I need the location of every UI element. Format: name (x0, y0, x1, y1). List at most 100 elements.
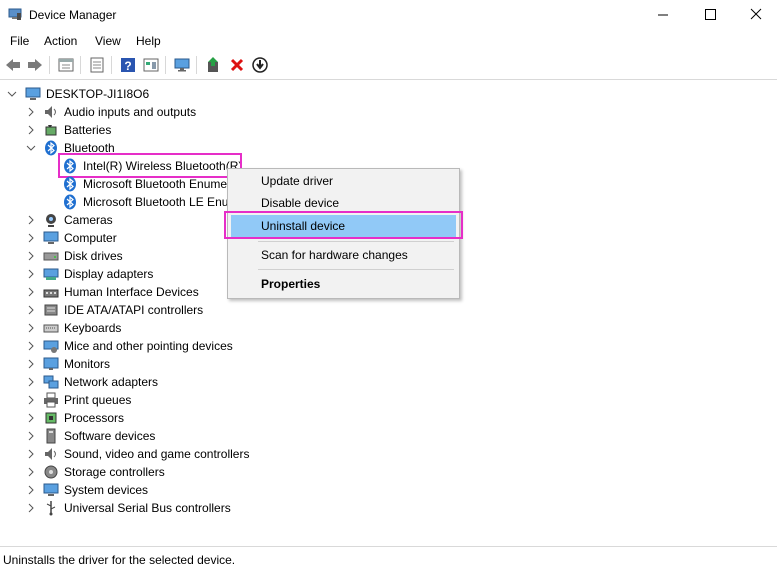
menu-item-label: Properties (261, 277, 321, 291)
tree-item-label: Keyboards (64, 321, 122, 335)
forward-icon[interactable] (26, 56, 44, 74)
tree-root[interactable]: DESKTOP-JI1I8O6 (0, 85, 300, 103)
menu-item-label: Disable device (261, 196, 340, 210)
chevron-right-icon[interactable] (26, 269, 36, 279)
chevron-right-icon[interactable] (26, 449, 36, 459)
computer-icon (25, 87, 41, 100)
camera-icon (46, 214, 56, 227)
tree-item-label: Display adapters (64, 267, 154, 281)
show-hide-icon[interactable] (57, 56, 75, 74)
tree-item-label: Mice and other pointing devices (64, 339, 233, 353)
chevron-right-icon[interactable] (26, 377, 36, 387)
monitor-icon[interactable] (173, 56, 191, 74)
battery-icon (45, 125, 57, 136)
storage-icon (44, 465, 58, 479)
chevron-right-icon[interactable] (26, 467, 36, 477)
tree-item-batteries[interactable]: Batteries (0, 121, 300, 139)
sound-icon (45, 448, 56, 460)
chevron-right-icon[interactable] (26, 305, 36, 315)
menu-separator (258, 241, 454, 242)
chevron-right-icon[interactable] (26, 413, 36, 423)
update-driver-icon[interactable] (204, 56, 222, 74)
tree-item-label: Cameras (64, 213, 113, 227)
tree-item-network-adapters[interactable]: Network adapters (0, 373, 300, 391)
minimize-button[interactable] (640, 0, 686, 30)
tree-item-system-devices[interactable]: System devices (0, 481, 300, 499)
window-title: Device Manager (29, 8, 117, 22)
close-icon (750, 8, 762, 20)
tree-item-label: Microsoft Bluetooth Enume (83, 177, 228, 191)
chevron-right-icon[interactable] (26, 431, 36, 441)
maximize-icon (705, 9, 716, 20)
tree-item-label: Monitors (64, 357, 111, 371)
uninstall-icon[interactable] (228, 56, 246, 74)
properties-icon[interactable] (88, 56, 106, 74)
tree-item-keyboards[interactable]: Keyboards (0, 319, 300, 337)
menu-action[interactable]: Action (44, 34, 77, 48)
ide-icon (44, 304, 58, 316)
menu-separator (258, 269, 454, 270)
chevron-right-icon[interactable] (26, 485, 36, 495)
tree-item-label: Network adapters (64, 375, 159, 389)
system-icon (43, 483, 59, 496)
chevron-right-icon[interactable] (26, 341, 36, 351)
chevron-right-icon[interactable] (26, 125, 36, 135)
bluetooth-icon (45, 140, 57, 156)
network-icon (43, 375, 59, 389)
display-adapter-icon (43, 268, 59, 280)
menu-view[interactable]: View (95, 34, 121, 48)
tree-item-label: Audio inputs and outputs (64, 105, 197, 119)
tree-item-software-devices[interactable]: Software devices (0, 427, 300, 445)
chevron-down-icon[interactable] (26, 143, 36, 153)
tree-item-audio[interactable]: Audio inputs and outputs (0, 103, 300, 121)
tree-item-mice[interactable]: Mice and other pointing devices (0, 337, 300, 355)
menu-item-properties[interactable]: Properties (228, 273, 459, 295)
tree-item-label: Disk drives (64, 249, 123, 263)
menu-item-label: Update driver (261, 174, 334, 188)
help-icon[interactable]: ? (119, 56, 137, 74)
chevron-right-icon[interactable] (26, 287, 36, 297)
chevron-down-icon[interactable] (7, 89, 17, 99)
uninstall-highlight (224, 211, 463, 239)
close-button[interactable] (731, 0, 777, 30)
minimize-icon (658, 14, 668, 16)
software-icon (46, 428, 56, 444)
menu-item-update-driver[interactable]: Update driver (228, 170, 459, 192)
hid-icon (43, 289, 59, 298)
back-icon[interactable] (4, 56, 22, 74)
tree-item-label: Universal Serial Bus controllers (64, 501, 231, 515)
tree-item-sound[interactable]: Sound, video and game controllers (0, 445, 300, 463)
chevron-right-icon[interactable] (26, 395, 36, 405)
tree-item-usb[interactable]: Universal Serial Bus controllers (0, 499, 300, 517)
tree-item-processors[interactable]: Processors (0, 409, 300, 427)
chevron-right-icon[interactable] (26, 215, 36, 225)
chevron-right-icon[interactable] (26, 107, 36, 117)
tree-root-label: DESKTOP-JI1I8O6 (46, 87, 150, 101)
tree-item-ide[interactable]: IDE ATA/ATAPI controllers (0, 301, 300, 319)
tree-item-storage[interactable]: Storage controllers (0, 463, 300, 481)
tree-item-label: Sound, video and game controllers (64, 447, 250, 461)
maximize-button[interactable] (686, 0, 732, 30)
view-icon[interactable] (142, 56, 160, 74)
tree-item-print-queues[interactable]: Print queues (0, 391, 300, 409)
svg-text:?: ? (124, 59, 131, 73)
printer-icon (44, 392, 58, 408)
chevron-right-icon[interactable] (26, 503, 36, 513)
menu-item-scan-hardware[interactable]: Scan for hardware changes (228, 244, 459, 266)
tree-item-label: Storage controllers (64, 465, 165, 479)
tree-item-label: IDE ATA/ATAPI controllers (64, 303, 204, 317)
monitor-icon (43, 357, 59, 370)
chevron-right-icon[interactable] (26, 323, 36, 333)
menu-help[interactable]: Help (136, 34, 161, 48)
chevron-right-icon[interactable] (26, 359, 36, 369)
tree-item-monitors[interactable]: Monitors (0, 355, 300, 373)
disk-icon (43, 252, 59, 261)
status-text: Uninstalls the driver for the selected d… (3, 553, 236, 567)
toolbar-separator (49, 56, 50, 74)
download-icon[interactable] (251, 56, 269, 74)
chevron-right-icon[interactable] (26, 233, 36, 243)
chevron-right-icon[interactable] (26, 251, 36, 261)
keyboard-icon (43, 324, 59, 333)
menu-file[interactable]: File (10, 34, 29, 48)
device-manager-icon (8, 8, 22, 20)
